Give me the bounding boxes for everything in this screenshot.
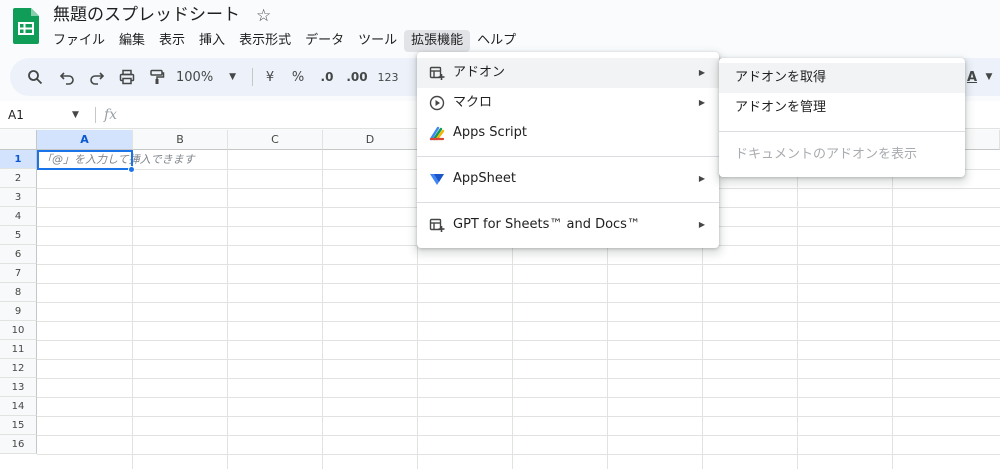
extensions-menu: アドオン ▶ マクロ ▶ Apps Script AppSheet ▶ GPT … bbox=[417, 52, 719, 248]
grid-line bbox=[37, 283, 1000, 284]
submenu-arrow-icon: ▶ bbox=[698, 220, 705, 229]
currency-format-button[interactable]: ¥ bbox=[260, 58, 280, 96]
appsheet-icon bbox=[429, 171, 445, 187]
row-header-3[interactable]: 3 bbox=[0, 188, 37, 207]
grid-line bbox=[892, 150, 893, 469]
menu-item-label: マクロ bbox=[453, 95, 493, 110]
row-header-10[interactable]: 10 bbox=[0, 321, 37, 340]
menu-format[interactable]: 表示形式 bbox=[232, 30, 298, 52]
submenu-arrow-icon: ▶ bbox=[698, 68, 705, 77]
menu-file[interactable]: ファイル bbox=[46, 30, 112, 52]
menu-divider bbox=[417, 156, 719, 157]
toolbar-divider bbox=[252, 68, 253, 86]
menu-bar: ファイル 編集 表示 挿入 表示形式 データ ツール 拡張機能 ヘルプ bbox=[46, 30, 523, 52]
menu-item-label: アドオン bbox=[453, 65, 506, 80]
row-header-8[interactable]: 8 bbox=[0, 283, 37, 302]
row-header-16[interactable]: 16 bbox=[0, 435, 37, 454]
menu-tools[interactable]: ツール bbox=[351, 30, 404, 52]
percent-format-button[interactable]: % bbox=[288, 58, 308, 96]
addon-icon bbox=[429, 217, 445, 233]
row-header-13[interactable]: 13 bbox=[0, 378, 37, 397]
menu-data[interactable]: データ bbox=[298, 30, 351, 52]
redo-icon[interactable] bbox=[86, 58, 108, 96]
grid-line bbox=[37, 454, 1000, 455]
zoom-select[interactable]: 100% ▼ bbox=[176, 58, 244, 96]
menu-divider bbox=[719, 131, 965, 132]
row-header-14[interactable]: 14 bbox=[0, 397, 37, 416]
grid-line bbox=[132, 150, 133, 469]
row-header-2[interactable]: 2 bbox=[0, 169, 37, 188]
fill-handle[interactable] bbox=[128, 166, 135, 173]
menu-view[interactable]: 表示 bbox=[152, 30, 192, 52]
paint-format-icon[interactable] bbox=[146, 58, 168, 96]
fx-icon: fx bbox=[104, 107, 118, 123]
menu-item-macros[interactable]: マクロ ▶ bbox=[417, 88, 719, 118]
submenu-item-get-addons[interactable]: アドオンを取得 bbox=[719, 63, 965, 93]
zoom-value: 100% bbox=[176, 69, 214, 85]
text-color-chevron-icon[interactable]: ▼ bbox=[982, 58, 996, 96]
star-icon[interactable]: ☆ bbox=[256, 4, 271, 28]
grid-line bbox=[37, 264, 1000, 265]
active-cell-a1[interactable] bbox=[37, 150, 133, 170]
grid-line bbox=[797, 150, 798, 469]
row-header-11[interactable]: 11 bbox=[0, 340, 37, 359]
apps-script-icon bbox=[429, 125, 445, 141]
grid-line bbox=[322, 150, 323, 469]
select-all-corner[interactable] bbox=[0, 130, 37, 150]
addons-submenu: アドオンを取得 アドオンを管理 ドキュメントのアドオンを表示 bbox=[719, 58, 965, 177]
row-header-9[interactable]: 9 bbox=[0, 302, 37, 321]
sheets-logo-icon[interactable] bbox=[13, 8, 39, 44]
grid-line bbox=[227, 150, 228, 469]
grid-line bbox=[37, 340, 1000, 341]
menu-insert[interactable]: 挿入 bbox=[192, 30, 232, 52]
column-header-c[interactable]: C bbox=[228, 130, 323, 150]
document-title[interactable]: 無題のスプレッドシート bbox=[53, 3, 240, 27]
undo-icon[interactable] bbox=[56, 58, 78, 96]
row-header-4[interactable]: 4 bbox=[0, 207, 37, 226]
grid-line bbox=[37, 359, 1000, 360]
column-header-d[interactable]: D bbox=[323, 130, 418, 150]
text-color-button[interactable]: A bbox=[962, 58, 982, 96]
menu-item-label: GPT for Sheets™ and Docs™ bbox=[453, 217, 640, 232]
menu-item-label: Apps Script bbox=[453, 125, 528, 140]
row-header-12[interactable]: 12 bbox=[0, 359, 37, 378]
menu-item-label: AppSheet bbox=[453, 171, 516, 186]
row-header-15[interactable]: 15 bbox=[0, 416, 37, 435]
increase-decimal-button[interactable]: .00 bbox=[344, 58, 370, 96]
row-header-6[interactable]: 6 bbox=[0, 245, 37, 264]
grid-line bbox=[37, 302, 1000, 303]
grid-line bbox=[37, 416, 1000, 417]
submenu-item-document-addons: ドキュメントのアドオンを表示 bbox=[735, 147, 918, 162]
grid-line bbox=[37, 321, 1000, 322]
grid-line bbox=[37, 435, 1000, 436]
menu-item-addons[interactable]: アドオン ▶ bbox=[417, 58, 719, 88]
row-header-1[interactable]: 1 bbox=[0, 150, 37, 169]
search-icon[interactable] bbox=[24, 58, 46, 96]
menu-item-appsheet[interactable]: AppSheet ▶ bbox=[417, 164, 719, 194]
grid-line bbox=[37, 378, 1000, 379]
number-format-button[interactable]: 123 bbox=[374, 58, 402, 96]
row-header-5[interactable]: 5 bbox=[0, 226, 37, 245]
name-box[interactable]: A1 bbox=[8, 101, 24, 129]
column-header-b[interactable]: B bbox=[133, 130, 228, 150]
column-header-a[interactable]: A bbox=[37, 130, 133, 150]
submenu-arrow-icon: ▶ bbox=[698, 98, 705, 107]
chevron-down-icon: ▼ bbox=[229, 72, 237, 82]
name-box-dropdown-icon[interactable]: ▼ bbox=[72, 101, 79, 129]
addon-icon bbox=[429, 65, 445, 81]
submenu-item-manage-addons[interactable]: アドオンを管理 bbox=[719, 93, 965, 123]
menu-extensions[interactable]: 拡張機能 bbox=[404, 30, 471, 52]
formula-bar-divider bbox=[95, 107, 96, 123]
macro-play-icon bbox=[429, 95, 445, 111]
submenu-arrow-icon: ▶ bbox=[698, 174, 705, 183]
menu-item-apps-script[interactable]: Apps Script bbox=[417, 118, 719, 148]
menu-item-gpt-for-sheets[interactable]: GPT for Sheets™ and Docs™ ▶ bbox=[417, 210, 719, 240]
print-icon[interactable] bbox=[116, 58, 138, 96]
decrease-decimal-button[interactable]: .0 bbox=[316, 58, 338, 96]
grid-line bbox=[37, 397, 1000, 398]
menu-help[interactable]: ヘルプ bbox=[470, 30, 523, 52]
menu-divider bbox=[417, 202, 719, 203]
menu-edit[interactable]: 編集 bbox=[112, 30, 152, 52]
row-header-7[interactable]: 7 bbox=[0, 264, 37, 283]
